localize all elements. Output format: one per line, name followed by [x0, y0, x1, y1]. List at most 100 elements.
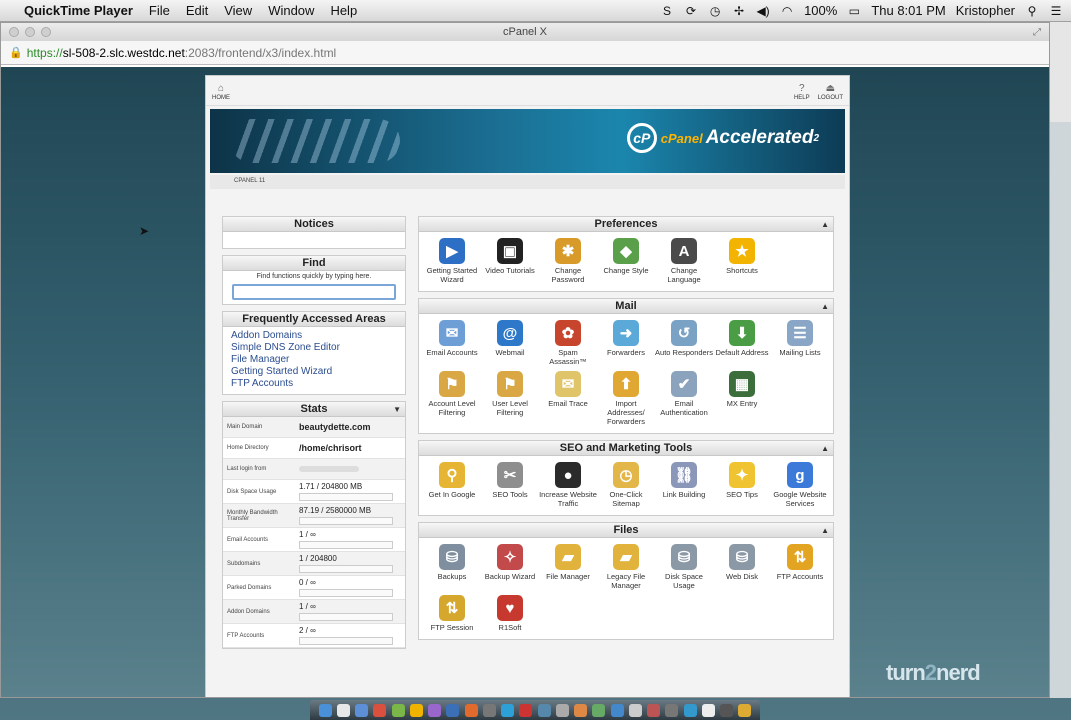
dock-app-icon[interactable] — [501, 703, 515, 717]
dock-app-icon[interactable] — [318, 703, 332, 717]
feature-google[interactable]: g Google Website Services — [771, 462, 829, 508]
faa-link-getting-started[interactable]: Getting Started Wizard — [231, 366, 397, 378]
feature-folder[interactable]: ▰ File Manager — [539, 544, 597, 590]
menu-file[interactable]: File — [149, 3, 170, 18]
feature-import[interactable]: ⬆ Import Addresses/ Forwarders — [597, 371, 655, 426]
skype-icon[interactable]: S — [660, 4, 674, 18]
dock-app-icon[interactable] — [665, 703, 679, 717]
dock-app-icon[interactable] — [555, 703, 569, 717]
battery-icon[interactable]: ▭ — [847, 4, 861, 18]
collapse-icon[interactable]: ▲ — [821, 523, 829, 538]
feature-legacy-folder[interactable]: ▰ Legacy File Manager — [597, 544, 655, 590]
feature-star[interactable]: ★ Shortcuts — [713, 238, 771, 284]
dock-app-icon[interactable] — [592, 703, 606, 717]
feature-link[interactable]: ⛓ Link Building — [655, 462, 713, 508]
app-menu-name[interactable]: QuickTime Player — [24, 3, 133, 18]
feature-filter[interactable]: ⚑ Account Level Filtering — [423, 371, 481, 426]
feature-r1soft[interactable]: ♥ R1Soft — [481, 595, 539, 632]
feature-clapperboard[interactable]: ▣ Video Tutorials — [481, 238, 539, 284]
collapse-icon[interactable]: ▲ — [821, 441, 829, 456]
dock-app-icon[interactable] — [537, 703, 551, 717]
dock-app-icon[interactable] — [391, 703, 405, 717]
feature-lightbulb[interactable]: ✦ SEO Tips — [713, 462, 771, 508]
sitemap-icon: ◷ — [613, 462, 639, 488]
dock-app-icon[interactable] — [628, 703, 642, 717]
home-nav-button[interactable]: ⌂ HOME — [212, 83, 230, 101]
dock-app-icon[interactable] — [373, 703, 387, 717]
collapse-icon[interactable]: ▲ — [821, 299, 829, 314]
dock-app-icon[interactable] — [701, 703, 715, 717]
faa-link-file-manager[interactable]: File Manager — [231, 354, 397, 366]
dock-app-icon[interactable] — [610, 703, 624, 717]
feature-traffic-light[interactable]: ● Increase Website Traffic — [539, 462, 597, 508]
stats-title: Stats ▼ — [223, 402, 405, 417]
sync-icon[interactable]: ⟳ — [684, 4, 698, 18]
feature-backup[interactable]: ⛁ Backups — [423, 544, 481, 590]
dock-app-icon[interactable] — [574, 703, 588, 717]
dock-app-icon[interactable] — [647, 703, 661, 717]
dock-app-icon[interactable] — [519, 703, 533, 717]
feature-ftp[interactable]: ⇅ FTP Accounts — [771, 544, 829, 590]
dock-app-icon[interactable] — [683, 703, 697, 717]
bluetooth-icon[interactable]: ✢ — [732, 4, 746, 18]
dock-app-icon[interactable] — [738, 703, 752, 717]
faa-link-ftp-accounts[interactable]: FTP Accounts — [231, 378, 397, 390]
feature-mailing-list[interactable]: ☰ Mailing Lists — [771, 320, 829, 366]
collapse-icon[interactable]: ▲ — [821, 217, 829, 232]
feature-disk-usage[interactable]: ⛁ Disk Space Usage — [655, 544, 713, 590]
usage-bar — [299, 637, 393, 645]
feature-auth[interactable]: ✔ Email Authentication — [655, 371, 713, 426]
spotlight-icon[interactable]: ⚲ — [1025, 4, 1039, 18]
feature-label: Shortcuts — [726, 266, 758, 275]
feature-language[interactable]: A Change Language — [655, 238, 713, 284]
stats-label: Monthly Bandwidth Transfer — [227, 509, 278, 522]
feature-sitemap[interactable]: ◷ One-Click Sitemap — [597, 462, 655, 508]
help-nav-button[interactable]: ? HELP — [794, 83, 810, 101]
feature-password[interactable]: ✱ Change Password — [539, 238, 597, 284]
dock-app-icon[interactable] — [464, 703, 478, 717]
feature-default-address[interactable]: ⬇ Default Address — [713, 320, 771, 366]
feature-ftp-session[interactable]: ⇅ FTP Session — [423, 595, 481, 632]
feature-style[interactable]: ◆ Change Style — [597, 238, 655, 284]
feature-backup-wizard[interactable]: ✧ Backup Wizard — [481, 544, 539, 590]
dock-app-icon[interactable] — [355, 703, 369, 717]
feature-tools[interactable]: ✂ SEO Tools — [481, 462, 539, 508]
feature-envelope[interactable]: ✉ Email Accounts — [423, 320, 481, 366]
watermark-part2: 2 — [924, 660, 937, 685]
menu-view[interactable]: View — [224, 3, 252, 18]
feature-trace[interactable]: ✉ Email Trace — [539, 371, 597, 426]
faa-link-addon-domains[interactable]: Addon Domains — [231, 330, 397, 342]
dock-app-icon[interactable] — [446, 703, 460, 717]
feature-magnifier[interactable]: ⚲ Get In Google — [423, 462, 481, 508]
menu-user[interactable]: Kristopher — [956, 3, 1015, 18]
time-machine-icon[interactable]: ◷ — [708, 4, 722, 18]
feature-web-disk[interactable]: ⛁ Web Disk — [713, 544, 771, 590]
menu-clock[interactable]: Thu 8:01 PM — [871, 3, 945, 18]
legacy-folder-icon: ▰ — [613, 544, 639, 570]
feature-play[interactable]: ▶ Getting Started Wizard — [423, 238, 481, 284]
menu-window[interactable]: Window — [268, 3, 314, 18]
menu-edit[interactable]: Edit — [186, 3, 208, 18]
breadcrumb[interactable]: CPANEL 11 — [210, 175, 845, 189]
menu-help[interactable]: Help — [330, 3, 357, 18]
feature-forward[interactable]: ➜ Forwarders — [597, 320, 655, 366]
volume-icon[interactable]: ◀) — [756, 4, 770, 18]
wifi-icon[interactable]: ◠ — [780, 4, 794, 18]
feature-mx[interactable]: ▦ MX Entry — [713, 371, 771, 426]
find-input[interactable] — [232, 284, 396, 300]
feature-responder[interactable]: ↺ Auto Responders — [655, 320, 713, 366]
address-bar[interactable]: 🔒 https:// sl-508-2.slc.westdc.net :2083… — [1, 41, 1049, 65]
logout-nav-button[interactable]: ⏏ LOGOUT — [818, 83, 843, 101]
notification-center-icon[interactable]: ☰ — [1049, 4, 1063, 18]
stats-collapse-icon[interactable]: ▼ — [393, 402, 401, 417]
dock-app-icon[interactable] — [336, 703, 350, 717]
dock-app-icon[interactable] — [482, 703, 496, 717]
battery-percentage[interactable]: 100% — [804, 3, 837, 18]
dock-app-icon[interactable] — [428, 703, 442, 717]
dock-app-icon[interactable] — [409, 703, 423, 717]
feature-webmail[interactable]: @ Webmail — [481, 320, 539, 366]
feature-spam[interactable]: ✿ Spam Assassin™ — [539, 320, 597, 366]
faa-link-dns-zone-editor[interactable]: Simple DNS Zone Editor — [231, 342, 397, 354]
dock-app-icon[interactable] — [720, 703, 734, 717]
feature-user-filter[interactable]: ⚑ User Level Filtering — [481, 371, 539, 426]
